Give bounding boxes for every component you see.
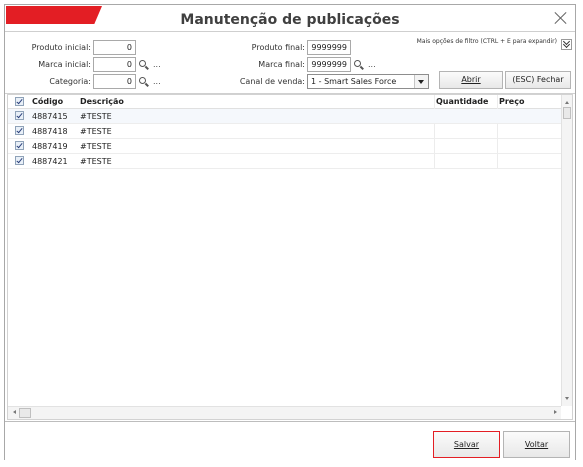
row-descricao: #TESTE	[80, 112, 112, 121]
header-quantidade[interactable]: Quantidade	[436, 97, 488, 106]
chevron-down-icon[interactable]	[414, 75, 428, 88]
vertical-scroll-thumb[interactable]	[563, 107, 571, 119]
row-descricao: #TESTE	[80, 142, 112, 151]
categoria-input[interactable]: 0	[93, 74, 136, 89]
search-icon[interactable]	[139, 60, 148, 69]
canal-label: Canal de venda:	[239, 77, 305, 86]
title-bar: Manutenção de publicações	[5, 5, 575, 32]
row-checkbox[interactable]	[15, 126, 24, 135]
header-descricao[interactable]: Descrição	[80, 97, 124, 106]
footer-bar: Salvar Voltar	[5, 421, 575, 460]
row-codigo: 4887419	[32, 142, 68, 151]
voltar-button-label: Voltar	[524, 440, 549, 449]
select-all-checkbox[interactable]	[15, 97, 24, 106]
scroll-right-icon[interactable]	[554, 410, 559, 414]
more-filters-text: Mais opções de filtro (CTRL + E para exp…	[416, 38, 557, 45]
table-row[interactable]: 4887421 #TESTE	[8, 154, 561, 169]
publications-grid: Código Descrição Quantidade Preço 488741…	[7, 94, 573, 420]
marca-inicial-input[interactable]: 0	[93, 57, 136, 72]
scroll-up-icon[interactable]	[565, 99, 569, 104]
row-descricao: #TESTE	[80, 127, 112, 136]
search-icon[interactable]	[139, 77, 148, 86]
abrir-button[interactable]: Abrir	[439, 71, 503, 89]
scroll-left-icon[interactable]	[11, 410, 16, 414]
close-icon[interactable]	[554, 11, 567, 24]
marca-final-label: Marca final:	[258, 60, 305, 69]
row-checkbox[interactable]	[15, 111, 24, 120]
row-codigo: 4887418	[32, 127, 68, 136]
row-codigo: 4887415	[32, 112, 68, 121]
row-checkbox[interactable]	[15, 156, 24, 165]
header-preco[interactable]: Preço	[499, 97, 524, 106]
fechar-button[interactable]: (ESC) Fechar	[505, 71, 571, 89]
produto-inicial-input[interactable]: 0	[93, 40, 136, 55]
expand-filters-icon[interactable]	[561, 39, 572, 50]
salvar-button[interactable]: Salvar	[433, 431, 500, 458]
horizontal-scroll-thumb[interactable]	[19, 408, 31, 418]
grid-header: Código Descrição Quantidade Preço	[8, 95, 561, 109]
table-row[interactable]: 4887419 #TESTE	[8, 139, 561, 154]
produto-final-label: Produto final:	[251, 43, 305, 52]
row-descricao: #TESTE	[80, 157, 112, 166]
vertical-scrollbar[interactable]	[561, 95, 572, 406]
row-checkbox[interactable]	[15, 141, 24, 150]
table-row[interactable]: 4887415 #TESTE	[8, 109, 561, 124]
canal-select[interactable]: 1 - Smart Sales Force	[307, 74, 429, 89]
horizontal-scrollbar[interactable]	[8, 406, 561, 419]
publications-window: Manutenção de publicações Produto inicia…	[4, 4, 576, 460]
marca-final-lookup[interactable]: ...	[368, 60, 376, 69]
table-row[interactable]: 4887418 #TESTE	[8, 124, 561, 139]
filter-panel: Produto inicial: 0 Marca inicial: 0 ... …	[5, 32, 575, 94]
produto-inicial-label: Produto inicial:	[31, 43, 91, 52]
marca-inicial-label: Marca inicial:	[38, 60, 91, 69]
window-title: Manutenção de publicações	[180, 12, 400, 28]
voltar-button[interactable]: Voltar	[503, 431, 570, 458]
abrir-button-label: Abrir	[461, 75, 481, 84]
header-codigo[interactable]: Código	[32, 97, 63, 106]
categoria-lookup[interactable]: ...	[153, 77, 161, 86]
search-icon[interactable]	[354, 60, 363, 69]
categoria-label: Categoria:	[49, 77, 91, 86]
row-codigo: 4887421	[32, 157, 68, 166]
marca-final-input[interactable]: 9999999	[307, 57, 351, 72]
scroll-down-icon[interactable]	[565, 397, 569, 402]
marca-inicial-lookup[interactable]: ...	[153, 60, 161, 69]
canal-select-value: 1 - Smart Sales Force	[311, 77, 397, 86]
salvar-button-label: Salvar	[453, 440, 480, 449]
produto-final-input[interactable]: 9999999	[307, 40, 351, 55]
